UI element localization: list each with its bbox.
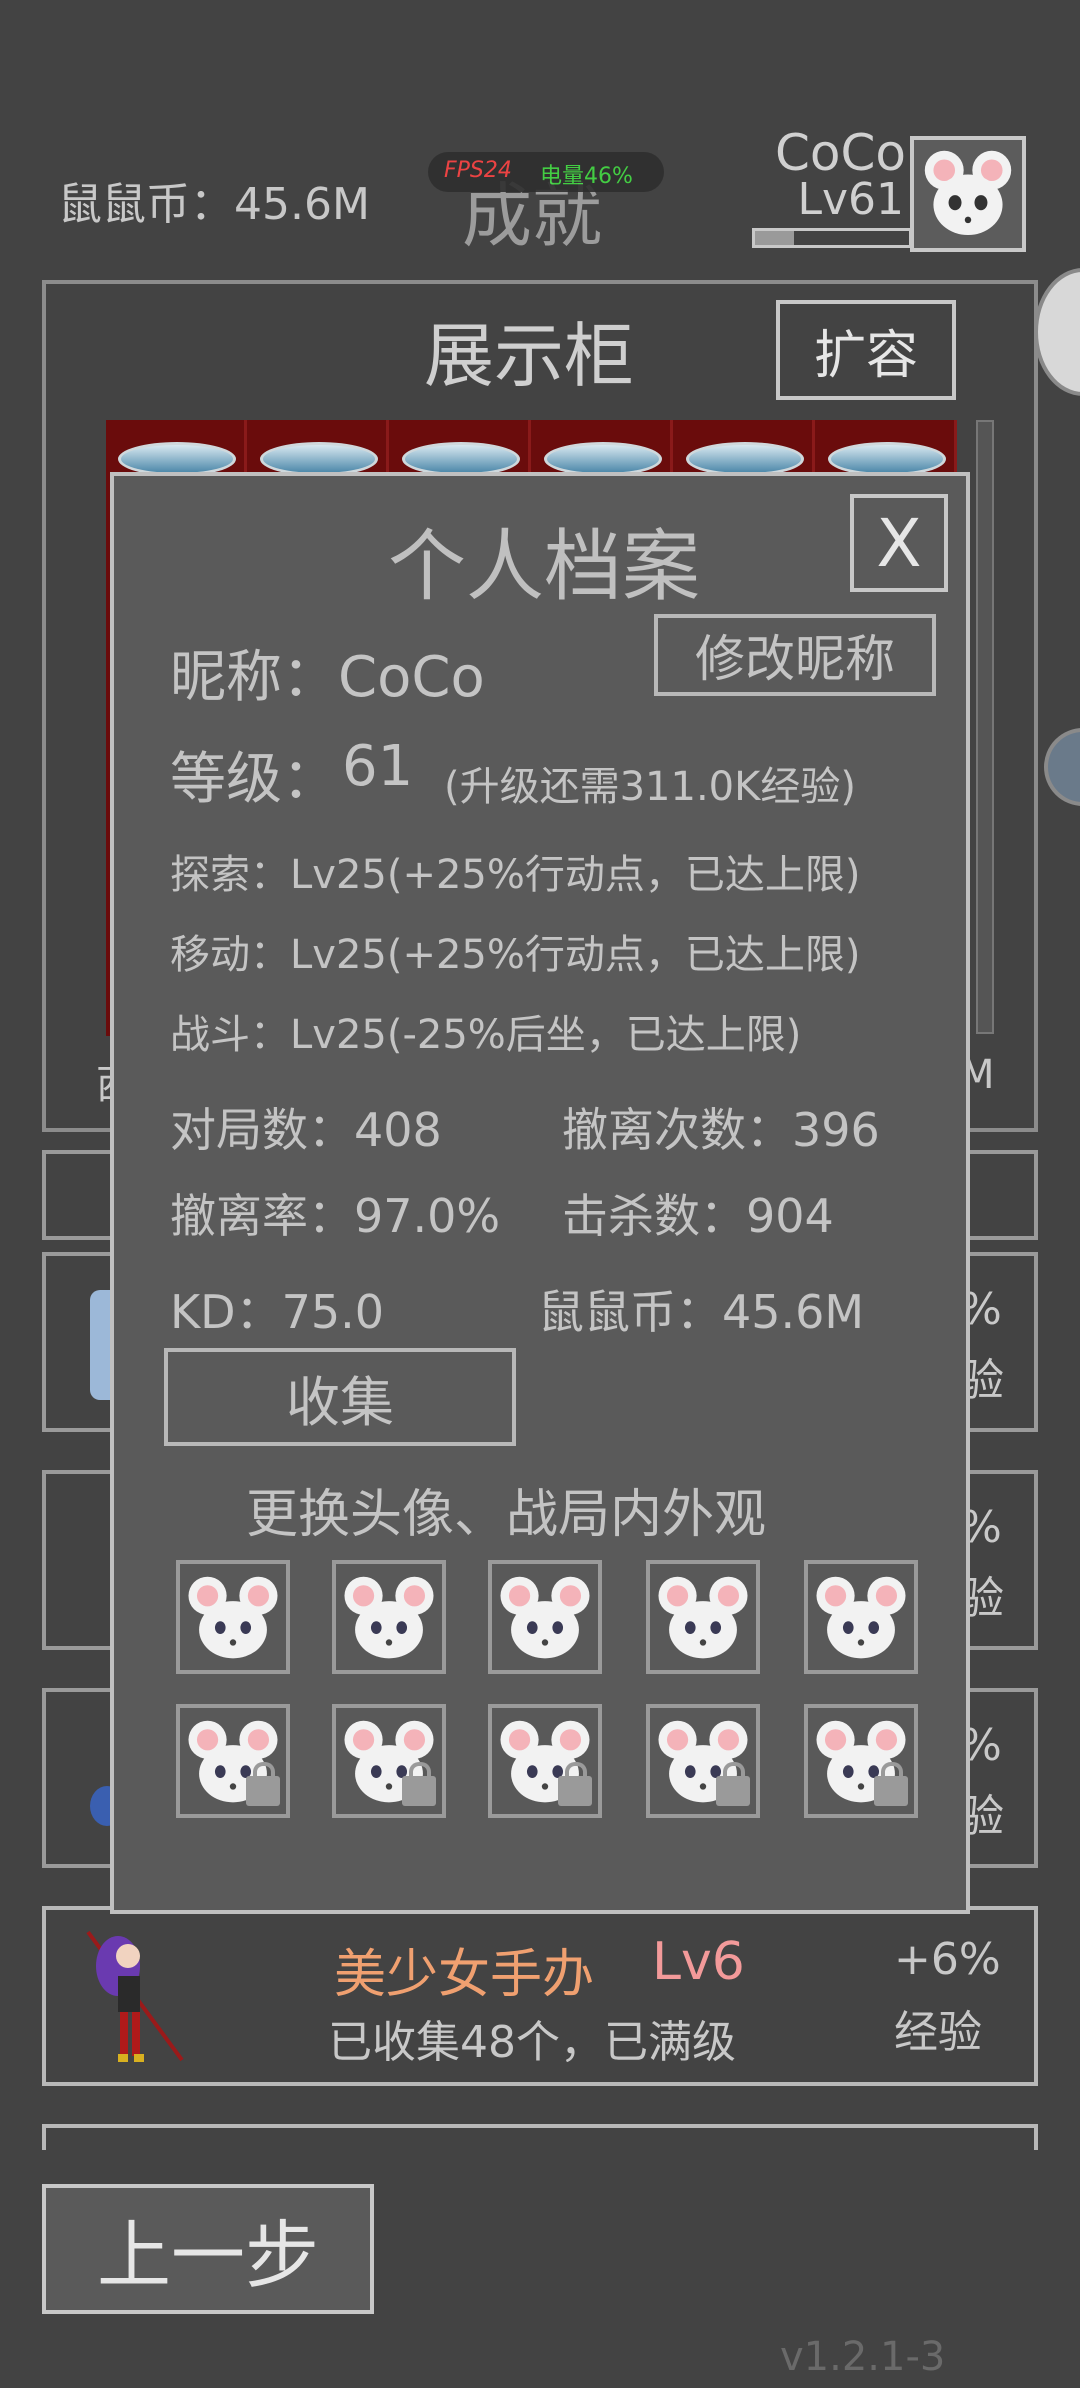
avatar-option-locked[interactable] [646,1704,760,1818]
jar-lid-icon [544,442,662,476]
fps-text: FPS24 [444,158,512,183]
avatar-option[interactable] [176,1560,290,1674]
avatar-option-locked[interactable] [176,1704,290,1818]
cabinet-slot[interactable] [248,420,389,476]
cabinet-slot[interactable] [532,420,673,476]
figure-desc: 已收集48个，已满级 [328,2017,736,2068]
player-avatar[interactable] [910,136,1026,252]
battery-text: 电量46% [540,164,633,189]
kd-stat: KD：75.0 [170,1285,385,1339]
avatar-heading: 更换头像、战局内外观 [246,1485,767,1545]
jar-lid-icon [686,442,804,476]
avatar-option[interactable] [488,1560,602,1674]
side-floating-button-1[interactable] [1034,268,1080,396]
jar-lid-icon [828,442,946,476]
explore-skill: 探索：Lv25(+25%行动点，已达上限) [170,852,861,898]
level-label: 等级： [170,747,338,812]
fps-overlay: FPS24 电量46% [428,152,664,192]
expand-button[interactable]: 扩容 [776,300,956,400]
collect-button[interactable]: 收集 [164,1348,516,1446]
level-value: 61 [342,734,414,799]
lock-icon [402,1762,436,1806]
level-progress-bar [752,228,912,248]
move-skill: 移动：Lv25(+25%行动点，已达上限) [170,932,861,978]
profile-title: 个人档案 [388,522,701,612]
close-button[interactable]: X [850,494,948,592]
side-floating-button-2[interactable] [1044,728,1080,806]
combat-skill: 战斗：Lv25(-25%后坐，已达上限) [170,1012,802,1058]
mouse-avatar-icon [344,1576,434,1659]
evacuations-stat: 撤离次数：396 [562,1103,880,1157]
level-note: (升级还需311.0K经验) [444,764,856,810]
figure-bonus: +6% [894,1934,1001,1985]
nickname: 昵称：CoCo [170,645,485,710]
mouse-avatar-icon [500,1576,590,1659]
close-icon: X [876,504,922,582]
evac-rate-stat: 撤离率：97.0% [170,1189,501,1243]
figure-name: 美少女手办 [334,1945,595,2005]
figure-level: Lv6 [652,1932,745,1992]
avatar-option-locked[interactable] [332,1704,446,1818]
figure-bonus-label: 经验 [894,2007,982,2058]
anime-figure-icon [86,1930,184,2062]
mouse-avatar-icon [188,1576,278,1659]
avatar-option-locked[interactable] [804,1704,918,1818]
cabinet-slot[interactable] [390,420,531,476]
jar-lid-icon [402,442,520,476]
jar-lid-icon [118,442,236,476]
matches-stat: 对局数：408 [170,1103,442,1157]
cabinet-scrollbar[interactable] [976,420,994,1034]
coins-stat: 鼠鼠币：45.6M [538,1285,865,1339]
avatar-option-locked[interactable] [488,1704,602,1818]
avatar-option[interactable] [646,1560,760,1674]
jar-lid-icon [260,442,378,476]
coins-label: 鼠鼠币：45.6M [58,179,370,230]
level-progress-fill [755,231,794,245]
back-button[interactable]: 上一步 [42,2184,374,2314]
cabinet-slot[interactable] [816,420,957,476]
version-label: v1.2.1-3 [780,2334,946,2380]
mouse-avatar-icon [816,1576,906,1659]
rename-button[interactable]: 修改昵称 [654,614,936,696]
avatar-option[interactable] [332,1560,446,1674]
cabinet-slot[interactable] [106,420,247,476]
lock-icon [716,1762,750,1806]
kills-stat: 击杀数：904 [562,1189,834,1243]
lock-icon [246,1762,280,1806]
player-level: Lv61 [797,174,904,225]
lock-icon [558,1762,592,1806]
cabinet-title: 展示柜 [424,315,634,397]
mouse-avatar-icon [924,150,1012,236]
lock-icon [874,1762,908,1806]
cabinet-slot[interactable] [674,420,815,476]
avatar-option[interactable] [804,1560,918,1674]
mouse-avatar-icon [658,1576,748,1659]
